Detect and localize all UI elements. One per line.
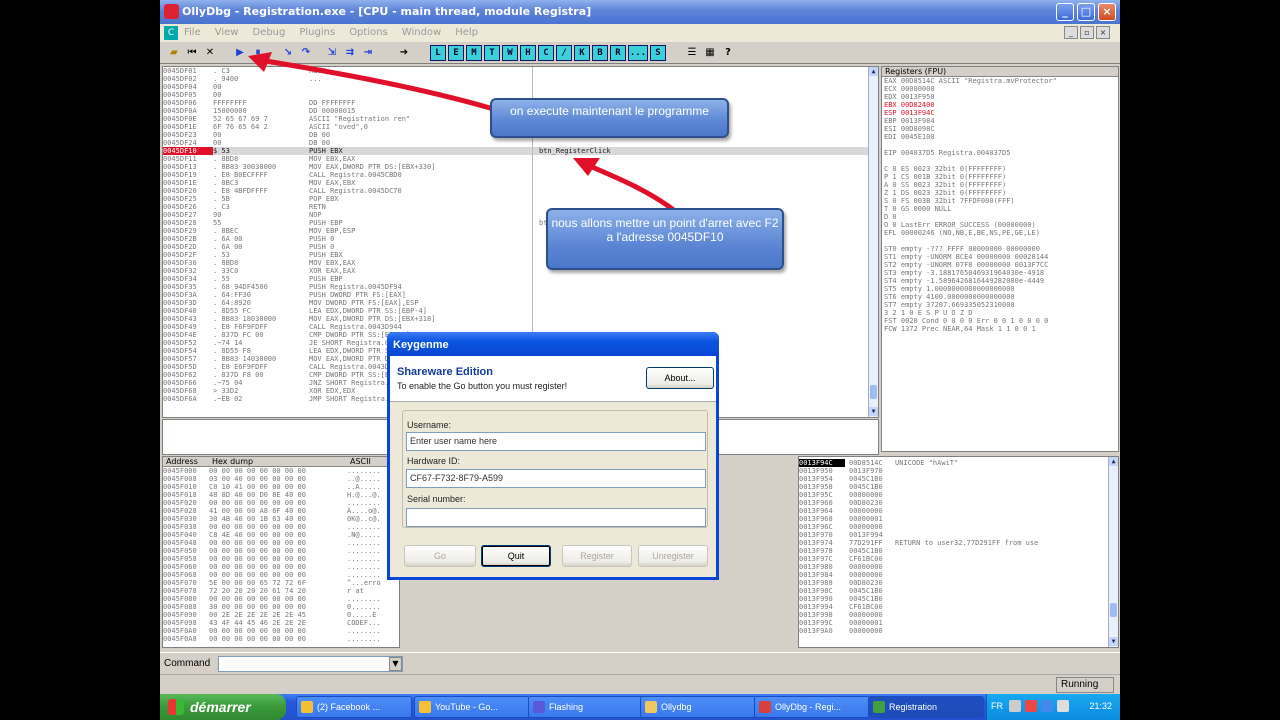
task-label: YouTube - Go...	[435, 702, 498, 712]
go-button[interactable]: Go	[404, 545, 476, 567]
task-app-icon	[759, 701, 771, 713]
volume-icon[interactable]	[1057, 700, 1069, 712]
hardware-id-field[interactable]: CF67-F732-8F79-A599	[406, 469, 706, 488]
task-app-icon	[419, 701, 431, 713]
serial-number-label: Serial number:	[407, 494, 466, 504]
task-label: Flashing	[549, 702, 584, 712]
clock: 21:32	[1089, 701, 1112, 711]
taskbar-task[interactable]: OllyDbg - Regi...	[754, 696, 870, 718]
taskbar-task[interactable]: Flashing	[528, 696, 644, 718]
task-app-icon	[873, 701, 885, 713]
quit-button[interactable]: Quit	[481, 545, 551, 567]
edition-title: Shareware Edition	[397, 366, 493, 378]
register-button[interactable]: Register	[562, 545, 632, 567]
hardware-id-label: Hardware ID:	[407, 456, 461, 466]
start-button[interactable]: démarrer	[160, 694, 286, 720]
command-label: Command	[164, 658, 211, 669]
windows-logo-icon	[168, 699, 184, 715]
windows-taskbar: démarrer (2) Facebook ... YouTube - Go...…	[160, 694, 1120, 720]
serial-number-input[interactable]	[406, 508, 706, 527]
status-bar: Running	[160, 674, 1120, 694]
command-bar: Command ▼	[160, 652, 1120, 674]
callout-set-breakpoint: nous allons mettre un point d'arret avec…	[546, 208, 784, 270]
keygenme-dialog: Keygenme Shareware Edition To enable the…	[387, 332, 719, 580]
task-app-icon	[645, 701, 657, 713]
taskbar-task[interactable]: (2) Facebook ...	[296, 696, 412, 718]
taskbar-task[interactable]: Ollydbg	[640, 696, 756, 718]
about-button[interactable]: About...	[646, 367, 714, 389]
username-label: Username:	[407, 420, 452, 430]
language-indicator[interactable]: FR	[991, 701, 1003, 711]
task-app-icon	[301, 701, 313, 713]
task-label: Registration	[889, 702, 938, 712]
network-icon[interactable]	[1009, 700, 1021, 712]
arrow-to-run-button	[257, 57, 493, 111]
callout-run-program: on execute maintenant le programme	[490, 98, 729, 138]
task-app-icon	[533, 701, 545, 713]
dialog-titlebar[interactable]: Keygenme	[387, 332, 719, 356]
task-label: (2) Facebook ...	[317, 702, 381, 712]
task-label: OllyDbg - Regi...	[775, 702, 842, 712]
messenger-icon[interactable]	[1041, 700, 1053, 712]
system-tray: FR 21:32	[986, 694, 1120, 720]
command-input[interactable]	[218, 656, 403, 672]
debug-status: Running	[1056, 677, 1114, 693]
security-icon[interactable]	[1025, 700, 1037, 712]
register-hint: To enable the Go button you must registe…	[397, 381, 568, 391]
username-input[interactable]: Enter user name here	[406, 432, 706, 451]
desktop-screen: OllyDbg - Registration.exe - [CPU - main…	[160, 0, 1120, 720]
dialog-header: Shareware Edition To enable the Go butto…	[390, 356, 716, 402]
taskbar-task[interactable]: YouTube - Go...	[414, 696, 530, 718]
unregister-button[interactable]: Unregister	[638, 545, 708, 567]
task-label: Ollydbg	[661, 702, 692, 712]
command-dropdown-icon[interactable]: ▼	[389, 657, 402, 671]
taskbar-task[interactable]: Registration	[868, 696, 984, 718]
